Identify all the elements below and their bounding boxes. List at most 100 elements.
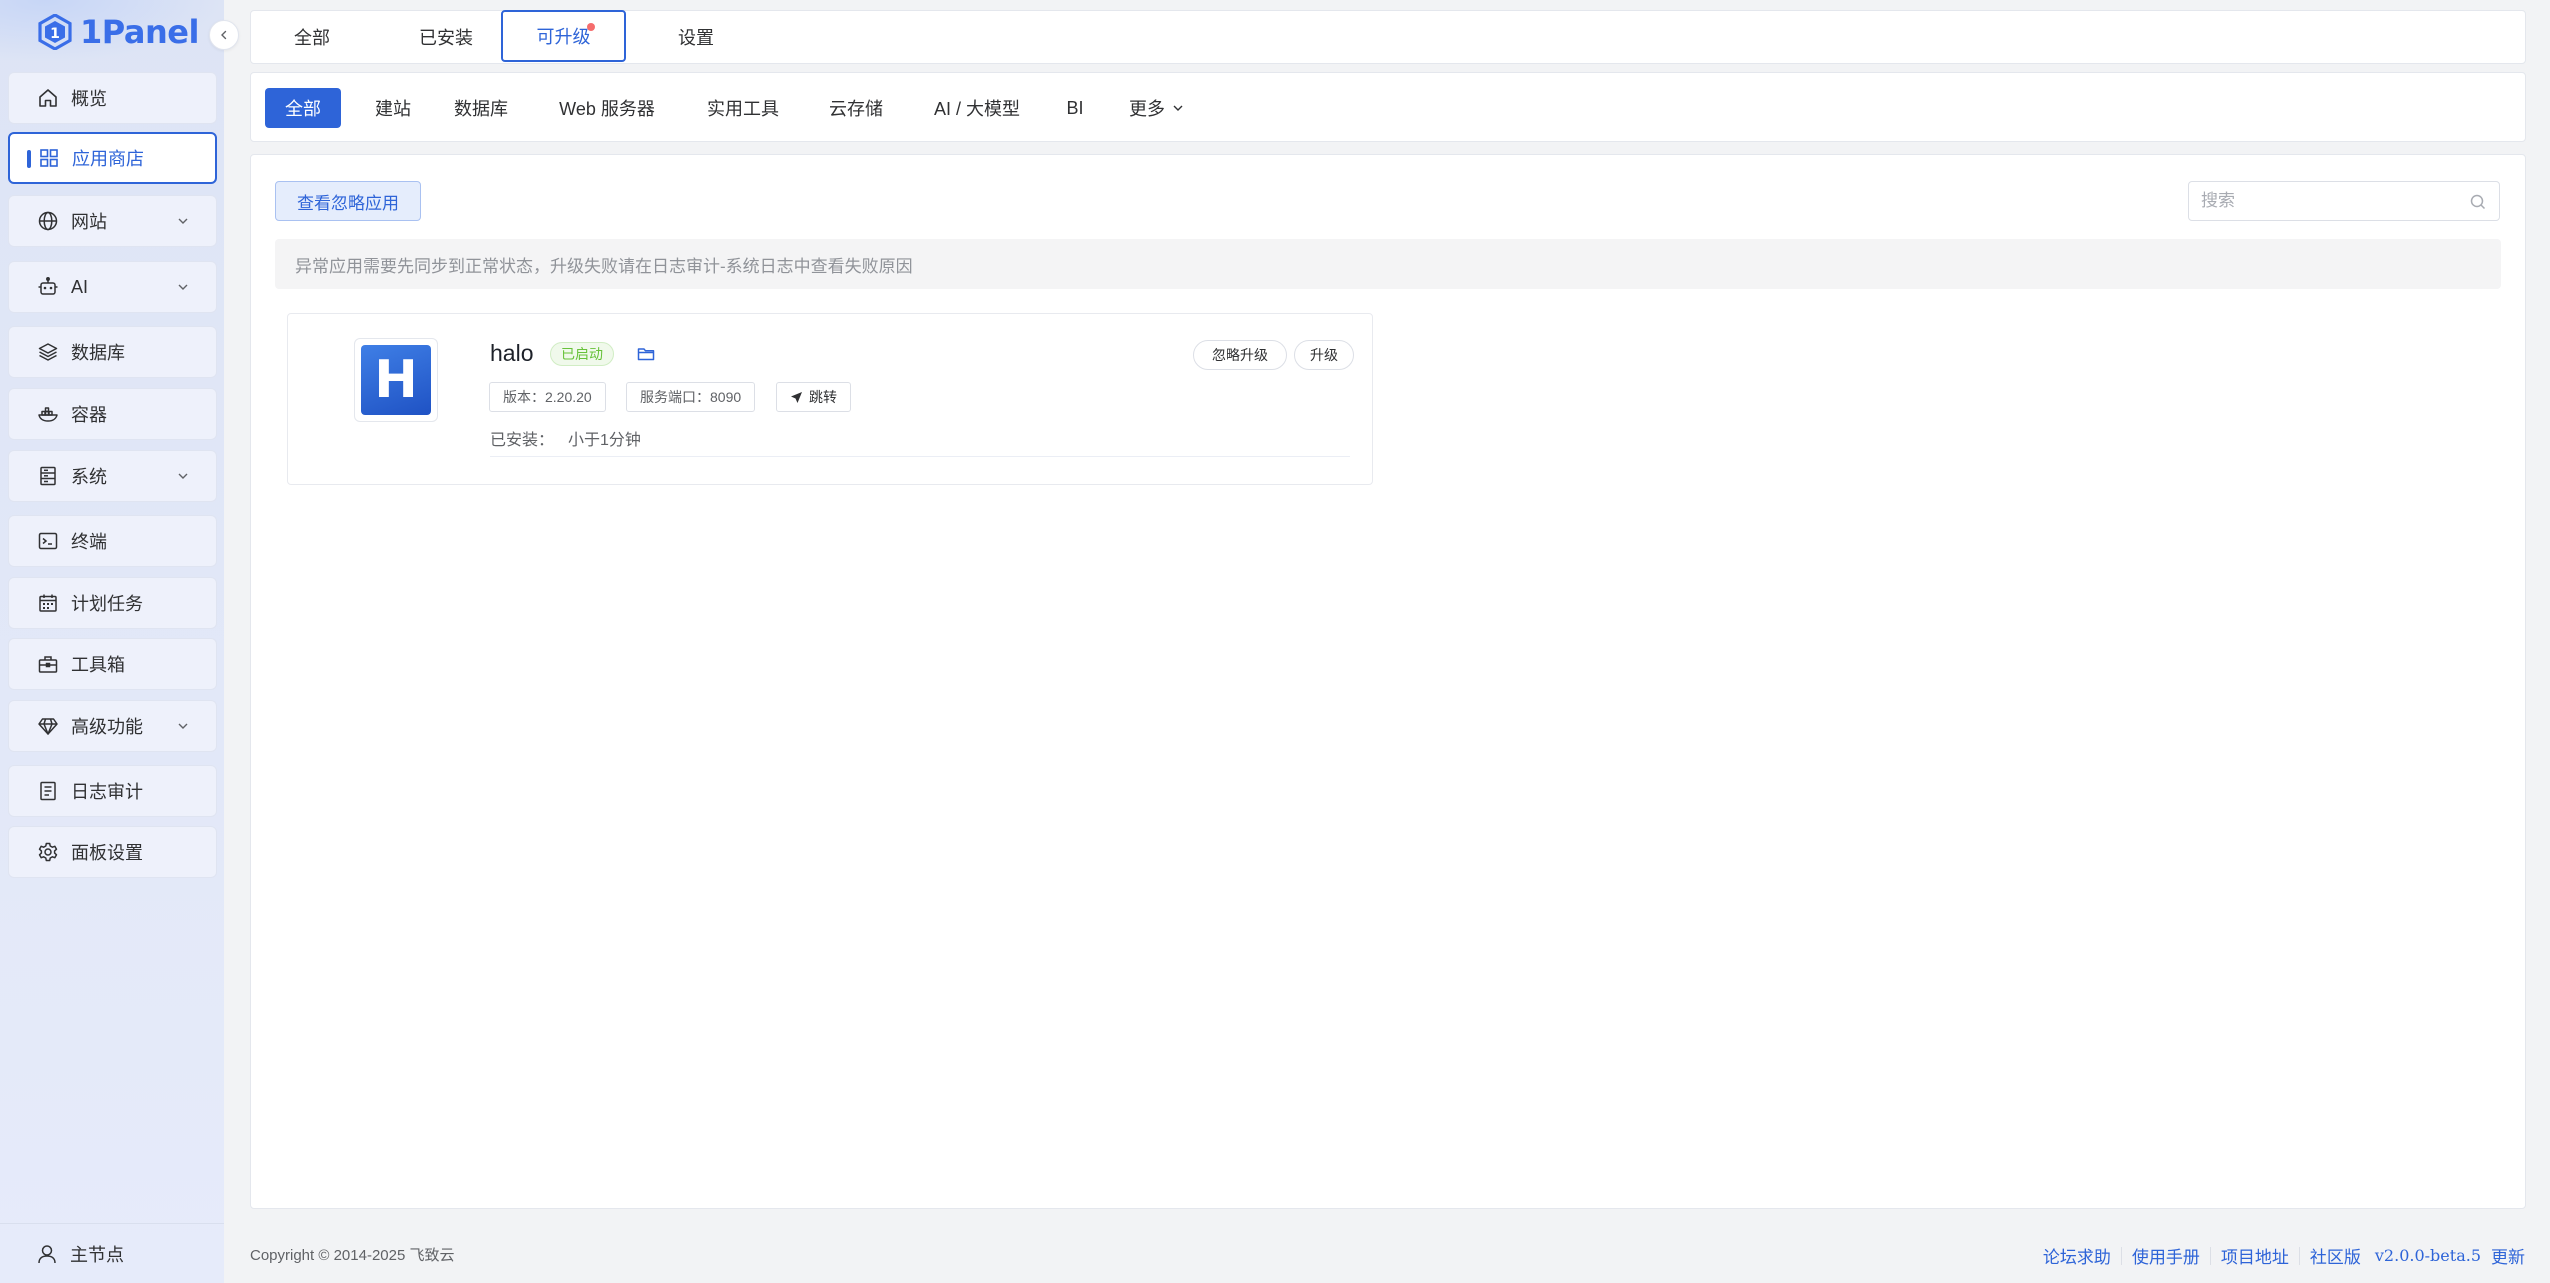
tab-installed[interactable]: 已安装 xyxy=(399,11,493,63)
sidebar-item-panel-settings[interactable]: 面板设置 xyxy=(8,826,217,878)
sidebar: 1 1Panel 概览 应用商店 网站 AI 数据库 容器 系统 终端 计划任务… xyxy=(0,0,239,1283)
chevron-down-icon xyxy=(178,284,188,290)
sidebar-item-terminal[interactable]: 终端 xyxy=(8,515,217,567)
status-badge: 已启动 xyxy=(550,342,614,366)
category-website[interactable]: 建站 xyxy=(363,88,423,128)
category-label: BI xyxy=(1066,97,1084,118)
view-ignored-apps-button[interactable]: 查看忽略应用 xyxy=(275,181,421,221)
document-icon xyxy=(37,780,59,802)
jump-label: 跳转 xyxy=(809,389,837,405)
ship-icon xyxy=(37,403,59,425)
sidebar-item-overview[interactable]: 概览 xyxy=(8,72,217,124)
svg-text:1: 1 xyxy=(50,26,60,42)
sidebar-item-container[interactable]: 容器 xyxy=(8,388,217,440)
update-dot xyxy=(587,23,595,31)
sidebar-item-database[interactable]: 数据库 xyxy=(8,326,217,378)
calendar-icon xyxy=(37,592,59,614)
search-input[interactable] xyxy=(2201,191,2461,211)
forum-help-link[interactable]: 论坛求助 xyxy=(2043,1243,2111,1268)
logo-text: 1Panel xyxy=(80,13,199,51)
sidebar-item-label: 工具箱 xyxy=(71,655,125,675)
sidebar-item-website[interactable]: 网站 xyxy=(8,195,217,247)
search-field[interactable] xyxy=(2188,181,2500,221)
app-card: H halo 已启动 忽略升级 升级 版本：2.20.20 服务端口：8090 … xyxy=(287,313,1373,485)
project-link[interactable]: 项目地址 xyxy=(2221,1243,2289,1268)
chevron-down-icon xyxy=(178,473,188,479)
category-all[interactable]: 全部 xyxy=(265,88,341,128)
category-label: 云存储 xyxy=(829,99,883,119)
category-utilities[interactable]: 实用工具 xyxy=(695,88,791,128)
sidebar-item-system[interactable]: 系统 xyxy=(8,450,217,502)
update-link[interactable]: 更新 xyxy=(2491,1243,2525,1268)
chevron-left-icon xyxy=(221,30,227,40)
logo-area: 1 1Panel xyxy=(0,0,224,62)
footer-links: 论坛求助 使用手册 项目地址 社区版 v2.0.0-beta.5 更新 xyxy=(2043,1243,2525,1268)
divider xyxy=(2120,1246,2122,1265)
chevron-down-icon xyxy=(178,723,188,729)
sidebar-item-label: 终端 xyxy=(71,532,107,552)
current-node[interactable]: 主节点 xyxy=(0,1223,224,1283)
sidebar-item-log-audit[interactable]: 日志审计 xyxy=(8,765,217,817)
sidebar-item-toolbox[interactable]: 工具箱 xyxy=(8,638,217,690)
community-edition-link[interactable]: 社区版 xyxy=(2310,1243,2361,1268)
send-icon xyxy=(791,391,802,403)
ignore-upgrade-button[interactable]: 忽略升级 xyxy=(1193,340,1287,370)
halo-app-icon: H xyxy=(361,345,431,415)
divider xyxy=(490,456,1350,457)
installed-label: 已安装： xyxy=(490,432,555,449)
sidebar-item-app-store[interactable]: 应用商店 xyxy=(8,132,217,184)
category-database[interactable]: 数据库 xyxy=(445,88,517,128)
jump-button[interactable]: 跳转 xyxy=(776,382,851,412)
sidebar-item-label: 应用商店 xyxy=(72,149,144,169)
tab-upgradable[interactable]: 可升级 xyxy=(501,10,626,62)
chevron-down-icon xyxy=(1173,105,1183,111)
tab-label: 设置 xyxy=(678,28,714,48)
divider xyxy=(2298,1246,2300,1265)
sidebar-item-cron-jobs[interactable]: 计划任务 xyxy=(8,577,217,629)
active-indicator xyxy=(27,150,31,168)
sidebar-item-label: 数据库 xyxy=(71,343,125,363)
logo[interactable]: 1 1Panel xyxy=(38,12,199,52)
category-label: AI / 大模型 xyxy=(933,99,1020,119)
globe-icon xyxy=(37,210,59,232)
app-name: halo xyxy=(490,340,534,366)
installed-info: 已安装： 小于1分钟 xyxy=(490,426,641,450)
sidebar-item-label: 网站 xyxy=(71,212,107,232)
search-icon[interactable] xyxy=(2469,193,2487,211)
current-node-label: 主节点 xyxy=(70,1244,124,1265)
category-label: 更多 xyxy=(1129,99,1165,119)
category-bar: 全部 建站 数据库 Web 服务器 实用工具 云存储 AI / 大模型 BI 更… xyxy=(250,72,2526,142)
gear-icon xyxy=(37,841,59,863)
diamond-icon xyxy=(37,715,59,737)
divider xyxy=(2209,1246,2211,1265)
sidebar-item-label: AI xyxy=(71,276,89,297)
installed-value: 小于1分钟 xyxy=(568,432,641,449)
tab-label: 可升级 xyxy=(536,27,591,47)
version-tag: 版本：2.20.20 xyxy=(489,382,606,412)
category-label: 数据库 xyxy=(454,99,508,119)
upgrade-button[interactable]: 升级 xyxy=(1294,340,1354,370)
toolbox-icon xyxy=(37,653,59,675)
robot-icon xyxy=(37,276,59,298)
category-bi[interactable]: BI xyxy=(1055,88,1095,128)
collapse-sidebar-button[interactable] xyxy=(209,20,239,50)
layers-icon xyxy=(37,341,59,363)
category-ai-llm[interactable]: AI / 大模型 xyxy=(917,88,1037,128)
folder-icon[interactable] xyxy=(637,346,655,362)
sidebar-item-advanced[interactable]: 高级功能 xyxy=(8,700,217,752)
category-label: Web 服务器 xyxy=(559,99,655,119)
sidebar-item-label: 计划任务 xyxy=(71,594,143,614)
terminal-icon xyxy=(37,530,59,552)
tab-settings[interactable]: 设置 xyxy=(651,11,741,63)
category-more-dropdown[interactable]: 更多 xyxy=(1117,88,1197,128)
logo-hexagon-icon: 1 xyxy=(38,14,72,50)
version-label: v2.0.0-beta.5 xyxy=(2374,1246,2481,1265)
tab-all[interactable]: 全部 xyxy=(275,11,349,63)
upgrade-notice: 异常应用需要先同步到正常状态，升级失败请在日志审计-系统日志中查看失败原因 xyxy=(275,239,2501,289)
sidebar-item-ai[interactable]: AI xyxy=(8,261,217,313)
category-cloud-storage[interactable]: 云存储 xyxy=(817,88,895,128)
sidebar-item-label: 容器 xyxy=(71,405,107,425)
user-manual-link[interactable]: 使用手册 xyxy=(2132,1243,2200,1268)
category-web-server[interactable]: Web 服务器 xyxy=(547,88,667,128)
sidebar-item-label: 高级功能 xyxy=(71,717,143,737)
